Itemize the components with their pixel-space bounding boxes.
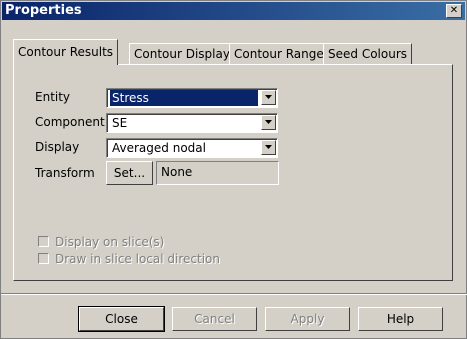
chevron-down-icon[interactable] xyxy=(261,140,276,155)
apply-button[interactable]: Apply xyxy=(265,307,350,331)
display-value: Averaged nodal xyxy=(112,141,206,155)
entity-value: Stress xyxy=(110,90,258,106)
chevron-down-icon[interactable] xyxy=(261,90,276,105)
properties-dialog: Properties ✕ Contour Results Contour Dis… xyxy=(0,0,467,339)
divider xyxy=(1,293,467,295)
display-label: Display xyxy=(35,140,80,154)
entity-label: Entity xyxy=(35,90,71,104)
component-select[interactable]: SE xyxy=(106,113,278,133)
tab-contour-range[interactable]: Contour Range xyxy=(229,43,329,64)
display-select[interactable]: Averaged nodal xyxy=(106,138,278,158)
tab-contour-results[interactable]: Contour Results xyxy=(13,39,119,65)
chevron-down-icon[interactable] xyxy=(261,115,276,130)
checkbox-box[interactable] xyxy=(38,236,49,247)
window-title: Properties xyxy=(5,3,82,18)
help-button[interactable]: Help xyxy=(358,307,443,331)
tab-contour-display[interactable]: Contour Display xyxy=(129,43,235,64)
close-icon[interactable]: ✕ xyxy=(446,4,462,18)
transform-label: Transform xyxy=(35,166,95,180)
transform-value: None xyxy=(156,161,279,185)
entity-select[interactable]: Stress xyxy=(106,88,278,108)
transform-set-button[interactable]: Set... xyxy=(106,161,153,185)
checkbox-box[interactable] xyxy=(38,253,49,264)
component-label: Component xyxy=(35,115,105,129)
close-button[interactable]: Close xyxy=(78,306,165,332)
title-bar[interactable]: Properties ✕ xyxy=(2,2,465,20)
cancel-button[interactable]: Cancel xyxy=(172,307,257,331)
component-value: SE xyxy=(112,116,128,130)
tab-panel: Entity Stress Component SE Display Avera… xyxy=(13,64,453,281)
tab-seed-colours[interactable]: Seed Colours xyxy=(323,43,413,64)
